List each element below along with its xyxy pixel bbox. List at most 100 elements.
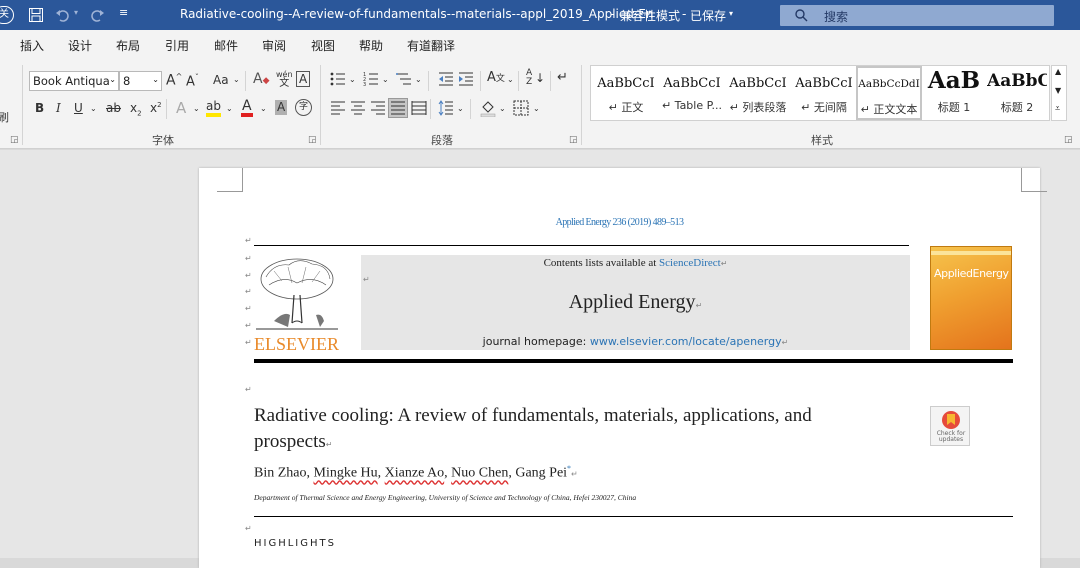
- tab-youdao-translate[interactable]: 有道翻译: [407, 37, 455, 54]
- chevron-down-icon[interactable]: ⌄: [193, 104, 200, 113]
- chevron-up-icon[interactable]: ▲: [1055, 67, 1061, 76]
- style-heading-1[interactable]: AaB 标题 1: [921, 66, 987, 120]
- underline-button[interactable]: U: [74, 101, 83, 115]
- divider: [550, 71, 551, 91]
- paragraph-mark: ↵: [245, 254, 252, 263]
- chevron-down-icon[interactable]: ⌄: [90, 104, 97, 113]
- tab-help[interactable]: 帮助: [359, 37, 383, 54]
- save-icon[interactable]: [28, 7, 44, 23]
- customize-toolbar-icon[interactable]: ≡: [119, 6, 128, 19]
- font-name-select[interactable]: Book Antiqua ⌄: [29, 71, 119, 91]
- chevron-down-icon[interactable]: ⌄: [349, 75, 356, 84]
- sort-button[interactable]: AZ: [526, 69, 532, 87]
- bullets-icon[interactable]: [330, 71, 346, 87]
- chevron-down-icon[interactable]: ⌄: [226, 104, 233, 113]
- change-case-button[interactable]: Aa: [213, 73, 229, 87]
- ribbon-tabs: 插入 设计 布局 引用 邮件 审阅 视图 帮助 有道翻译: [0, 30, 1080, 59]
- saved-status[interactable]: 已保存: [690, 7, 726, 24]
- asian-layout-button[interactable]: A文: [487, 70, 505, 85]
- group-label-styles: 样式: [811, 134, 833, 147]
- distributed-icon[interactable]: [411, 100, 427, 116]
- align-right-icon[interactable]: [370, 100, 386, 116]
- tab-design[interactable]: 设计: [68, 37, 92, 54]
- font-color-button[interactable]: A: [241, 99, 253, 117]
- tab-review[interactable]: 审阅: [262, 37, 286, 54]
- chevron-down-icon: ⌄: [109, 75, 116, 84]
- article-title-line-1: Radiative cooling: A review of fundament…: [254, 405, 812, 426]
- autosave-toggle[interactable]: 关: [0, 6, 14, 24]
- tab-insert[interactable]: 插入: [20, 37, 44, 54]
- format-painter-label[interactable]: 刷: [0, 109, 9, 125]
- citation-line: Applied Energy 236 (2019) 489–513: [555, 217, 684, 228]
- chevron-down-icon[interactable]: ⌄: [499, 104, 506, 113]
- superscript-button[interactable]: x2: [150, 101, 162, 115]
- grow-font-button[interactable]: A^: [166, 72, 182, 89]
- article-title: Radiative cooling: A review of fundament…: [254, 403, 924, 458]
- numbering-icon[interactable]: 123: [363, 71, 379, 87]
- show-formatting-marks-button[interactable]: ↵: [557, 70, 568, 85]
- style-normal[interactable]: AaBbCcI ↵ 正文: [593, 66, 659, 120]
- style-no-spacing[interactable]: AaBbCcI ↵ 无间隔: [791, 66, 857, 120]
- sciencedirect-link[interactable]: ScienceDirect: [659, 257, 721, 269]
- chevron-down-icon[interactable]: ▼: [1055, 86, 1061, 95]
- justify-button[interactable]: [388, 98, 408, 118]
- chevron-down-icon[interactable]: ⌄: [260, 104, 267, 113]
- style-list-paragraph[interactable]: AaBbCcI ↵ 列表段落: [725, 66, 791, 120]
- font-size-select[interactable]: 8 ⌄: [119, 71, 162, 91]
- chevron-down-icon[interactable]: ⌄: [415, 75, 422, 84]
- tab-layout[interactable]: 布局: [116, 37, 140, 54]
- style-table-paragraph[interactable]: AaBbCcI ↵ Table P...: [659, 66, 725, 120]
- paragraph-mark: ↵: [245, 385, 252, 394]
- document-page[interactable]: Applied Energy 236 (2019) 489–513 ↵ ↵ ↵ …: [199, 168, 1047, 568]
- chevron-down-icon[interactable]: ⌄: [533, 104, 540, 113]
- align-left-icon[interactable]: [330, 100, 346, 116]
- search-icon: [795, 9, 808, 22]
- enclose-characters-button[interactable]: 字: [295, 99, 312, 116]
- highlight-button[interactable]: ab: [206, 99, 221, 117]
- more-styles-icon[interactable]: ⩡: [1055, 104, 1060, 114]
- style-body-text[interactable]: AaBbCcDdI ↵ 正文文本: [856, 66, 922, 120]
- chevron-down-icon[interactable]: ⌄: [457, 104, 464, 113]
- undo-dropdown-icon[interactable]: ▾: [74, 8, 78, 17]
- dash-separator: -: [610, 7, 615, 21]
- tab-mailings[interactable]: 邮件: [214, 37, 238, 54]
- justify-icon: [391, 101, 405, 115]
- bold-button[interactable]: B: [35, 101, 44, 115]
- line-spacing-icon[interactable]: [438, 100, 454, 116]
- clear-formatting-button[interactable]: A◆: [253, 71, 270, 87]
- strikethrough-button[interactable]: ab: [106, 101, 121, 115]
- decrease-indent-icon[interactable]: [438, 71, 454, 87]
- subscript-button[interactable]: x2: [130, 101, 142, 117]
- chevron-down-icon[interactable]: ⌄: [233, 75, 240, 84]
- paragraph-dialog-launcher-icon[interactable]: ◲: [569, 135, 578, 145]
- borders-icon[interactable]: [513, 100, 529, 116]
- saved-dropdown-icon[interactable]: ▾: [729, 9, 733, 18]
- text-effects-button[interactable]: A: [176, 99, 186, 117]
- svg-text:3: 3: [363, 82, 366, 87]
- clipboard-launcher-icon[interactable]: ◲: [10, 135, 19, 145]
- increase-indent-icon[interactable]: [458, 71, 474, 87]
- document-title: Radiative-cooling--A-review-of-fundament…: [180, 7, 654, 21]
- character-shading-button[interactable]: A: [275, 100, 288, 115]
- search-box[interactable]: 搜索: [780, 5, 1054, 26]
- paragraph-mark: ↵: [245, 524, 252, 533]
- italic-button[interactable]: I: [56, 101, 61, 115]
- align-center-icon[interactable]: [350, 100, 366, 116]
- styles-dialog-launcher-icon[interactable]: ◲: [1064, 135, 1073, 145]
- undo-icon[interactable]: [55, 7, 71, 23]
- style-heading-2[interactable]: AaBbC 标题 2: [987, 66, 1047, 120]
- font-dialog-launcher-icon[interactable]: ◲: [308, 135, 317, 145]
- check-for-updates-badge[interactable]: Check for updates: [930, 406, 970, 446]
- redo-icon[interactable]: [89, 7, 105, 23]
- character-border-button[interactable]: A: [296, 71, 311, 87]
- multilevel-list-icon[interactable]: [396, 71, 412, 87]
- shading-icon[interactable]: [480, 99, 496, 117]
- chevron-down-icon[interactable]: ⌄: [507, 75, 514, 84]
- chevron-down-icon[interactable]: ⌄: [382, 75, 389, 84]
- tab-view[interactable]: 视图: [311, 37, 335, 54]
- tab-references[interactable]: 引用: [165, 37, 189, 54]
- shrink-font-button[interactable]: Aˇ: [186, 73, 199, 89]
- elsevier-wordmark: ELSEVIER: [254, 334, 339, 354]
- phonetic-guide-button[interactable]: wén 文: [276, 70, 293, 89]
- homepage-link[interactable]: www.elsevier.com/locate/apenergy: [590, 335, 782, 348]
